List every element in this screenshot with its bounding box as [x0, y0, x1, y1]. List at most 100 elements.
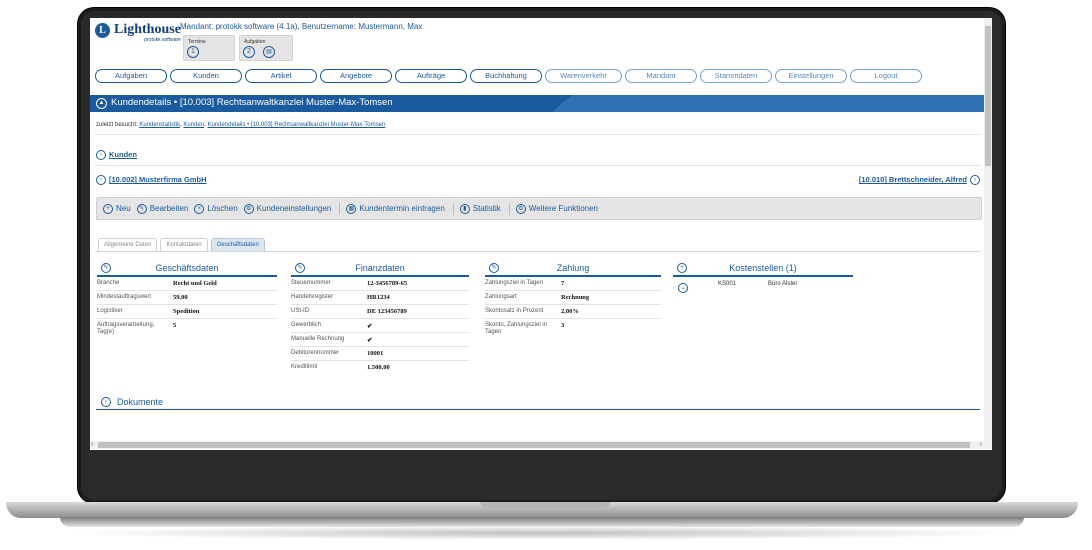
- visited-prefix: zuletzt besucht:: [96, 122, 138, 128]
- back-to-kunden[interactable]: ‹ Kunden: [96, 146, 137, 164]
- dokumente-section[interactable]: › Dokumente: [96, 393, 980, 410]
- toolbar-separator: [508, 202, 510, 215]
- data-row: USt-ID DE 123456789: [291, 305, 469, 319]
- divider: [95, 165, 981, 166]
- kundentermin-button[interactable]: ▦ Kundentermin eintragen: [346, 203, 445, 214]
- lighthouse-logo-icon: L: [95, 23, 110, 38]
- data-row: Auftragsverarbeitung, Tag(e) 5: [97, 322, 177, 335]
- nav-logout[interactable]: Logout: [850, 69, 922, 83]
- data-row: Gewerblich ✔: [291, 319, 469, 333]
- tab-underline: [95, 251, 981, 252]
- toolbar-separator: [339, 202, 341, 215]
- visited-link-kundenstatistik[interactable]: Kundenstatistik: [139, 122, 180, 128]
- dokumente-title: Dokumente: [117, 396, 164, 407]
- horizontal-scrollbar[interactable]: ‹ ›: [90, 441, 992, 449]
- edit-icon[interactable]: ✎: [101, 263, 111, 273]
- data-row: Handelsregister HR1234: [291, 291, 469, 305]
- data-row: Branche Recht und Geld: [97, 277, 277, 291]
- divider: [95, 134, 981, 135]
- data-row: Skontosatz in Prozent 2,00%: [485, 305, 661, 319]
- scrollbar-thumb[interactable]: [985, 26, 991, 166]
- title-stripe: [552, 95, 992, 112]
- data-row: Kreditlimit 1.500,00: [291, 364, 390, 371]
- main-nav: Aufgaben Kunden Artikel Angebote Aufträg…: [95, 69, 925, 83]
- nav-mandant[interactable]: Mandant: [625, 69, 697, 83]
- weitere-funktionen-button[interactable]: ⚙ Weitere Funktionen: [515, 203, 598, 214]
- vertical-scrollbar[interactable]: [984, 18, 992, 441]
- list-icon[interactable]: ▤: [263, 46, 275, 58]
- laptop-shadow: [60, 526, 1024, 540]
- back-link[interactable]: Kunden: [109, 150, 137, 159]
- toolbar-separator: [452, 202, 454, 215]
- nav-einstellungen[interactable]: Einstellungen: [775, 69, 847, 83]
- scroll-left-icon[interactable]: ‹: [91, 441, 93, 449]
- nav-warenverkehr[interactable]: Warenverkehr: [545, 69, 622, 83]
- aufgaben-widget[interactable]: Aufgaben 2 ▤: [239, 35, 293, 61]
- check-icon: ✔: [367, 323, 373, 330]
- section-header: ✎ Geschäftsdaten: [97, 261, 277, 277]
- termine-widget[interactable]: Termine 1: [183, 35, 235, 61]
- kostenstelle-code: KS001: [718, 281, 737, 287]
- plus-icon[interactable]: +: [677, 263, 687, 273]
- kostenstelle-name: Büro Alster: [768, 281, 798, 287]
- section-title: Geschäftsdaten: [155, 263, 219, 273]
- data-row: Skonto, Zahlungsziel in Tagen 3: [485, 322, 565, 335]
- tab-allgemeine-daten[interactable]: Allgemeine Daten: [98, 238, 158, 251]
- prev-customer-link[interactable]: [10.002] Musterfirma GmbH: [109, 175, 207, 184]
- loeschen-button[interactable]: × Löschen: [194, 203, 238, 214]
- chevron-left-icon: ‹: [96, 174, 106, 185]
- plus-icon: +: [103, 203, 113, 214]
- next-customer-link[interactable]: [10.010] Brettschneider, Alfred: [859, 175, 967, 184]
- nav-kunden[interactable]: Kunden: [170, 69, 242, 83]
- app-logo[interactable]: L Lighthouse protokk software: [95, 23, 181, 43]
- check-icon: ✔: [367, 337, 373, 344]
- chevron-right-icon: ›: [101, 396, 111, 407]
- nav-auftraege[interactable]: Aufträge: [395, 69, 467, 83]
- next-customer[interactable]: [10.010] Brettschneider, Alfred ›: [859, 171, 980, 189]
- page-title-bar: ▲ Kundendetails • [10.003] Rechtsanwaltk…: [90, 95, 992, 112]
- scroll-right-icon[interactable]: ›: [980, 441, 982, 449]
- section-title: Zahlung: [556, 263, 590, 273]
- section-header: ✎ Zahlung: [485, 261, 661, 277]
- page-title: Kundendetails • [10.003] Rechtsanwaltkan…: [111, 97, 393, 108]
- section-title: Kostenstellen (1): [729, 263, 797, 273]
- laptop-base-bottom: [60, 517, 1024, 527]
- statistik-button[interactable]: ▮ Statistik: [459, 203, 501, 214]
- section-title: Finanzdaten: [355, 263, 405, 273]
- nav-angebote[interactable]: Angebote: [320, 69, 392, 83]
- chart-icon: ▮: [459, 203, 470, 214]
- data-row: Steuernummer 12-3456789-65: [291, 277, 469, 291]
- edit-icon[interactable]: ✎: [489, 263, 499, 273]
- detail-tabs: Allgemeine Daten Kontaktdaten Geschäftsd…: [98, 238, 268, 251]
- chevron-left-icon: ‹: [96, 149, 106, 160]
- nav-aufgaben[interactable]: Aufgaben: [95, 69, 167, 83]
- scrollbar-thumb[interactable]: [98, 442, 970, 448]
- action-toolbar: + Neu ✎ Bearbeiten × Löschen ⚙ Kundeneinstel…: [96, 197, 982, 220]
- kundeneinstellungen-button[interactable]: ⚙ Kundeneinstellungen: [243, 203, 331, 214]
- gear-icon: ⚙: [243, 203, 254, 214]
- bearbeiten-button[interactable]: ✎ Bearbeiten: [136, 203, 188, 214]
- tab-geschaeftsdaten[interactable]: Geschäftsdaten: [210, 238, 265, 251]
- section-zahlung: ✎ Zahlung Zahlungsziel in Tagen 7 Zahlung…: [485, 261, 661, 336]
- chevron-down-icon[interactable]: ⌄: [678, 283, 688, 293]
- aufgaben-count: 2: [243, 46, 255, 58]
- neu-button[interactable]: + Neu: [103, 203, 131, 214]
- chevron-right-icon: ›: [970, 174, 980, 185]
- section-kostenstellen: + Kostenstellen (1) ⌄ KS001 Büro Alster: [673, 261, 853, 293]
- section-geschaeftsdaten: ✎ Geschäftsdaten Branche Recht und Geld M…: [97, 261, 277, 336]
- data-row: Debitorennummer 10001: [291, 347, 469, 361]
- data-row: Zahlungsart Rechnung: [485, 291, 661, 305]
- visited-link-kunden[interactable]: Kunden: [183, 122, 204, 128]
- tab-kontaktdaten[interactable]: Kontaktdaten: [160, 238, 208, 251]
- list-item: ⌄ KS001 Büro Alster: [673, 281, 853, 293]
- laptop-notch: [480, 502, 610, 508]
- app-screen: L Lighthouse protokk software Mandant: p…: [90, 18, 992, 450]
- prev-customer[interactable]: ‹ [10.002] Musterfirma GmbH: [96, 171, 207, 189]
- edit-icon[interactable]: ✎: [295, 263, 305, 273]
- visited-link-kundendetails[interactable]: Kundendetails • [10.003] Rechtsanwaltkan…: [207, 122, 385, 128]
- termine-count: 1: [187, 46, 199, 58]
- nav-stammdaten[interactable]: Stammdaten: [700, 69, 772, 83]
- nav-artikel[interactable]: Artikel: [245, 69, 317, 83]
- nav-buchhaltung[interactable]: Buchhaltung: [470, 69, 542, 83]
- section-header: + Kostenstellen (1): [673, 261, 853, 277]
